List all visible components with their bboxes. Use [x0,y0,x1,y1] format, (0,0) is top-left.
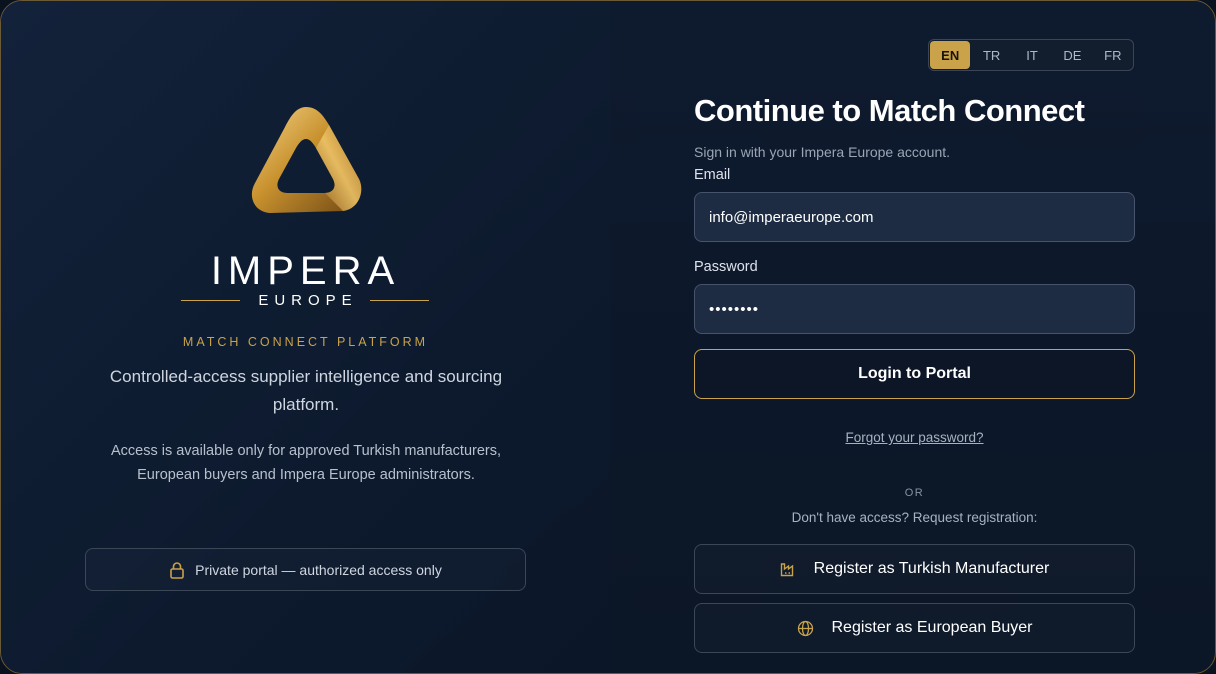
lang-en[interactable]: EN [930,41,971,69]
globe-icon [797,620,814,637]
brand-rule-left [181,299,241,301]
register-manufacturer-button[interactable]: Register as Turkish Manufacturer [694,544,1135,594]
register-buyer-button[interactable]: Register as European Buyer [694,603,1135,653]
access-note: Access is available only for approved Tu… [110,443,502,483]
or-divider: OR [904,487,925,499]
forgot-password-link[interactable]: Forgot your password? [694,430,1135,445]
request-registration-text: Don't have access? Request registration: [791,510,1038,525]
tagline: Controlled-access supplier intelligence … [109,367,503,414]
lang-it[interactable]: IT [1012,40,1052,70]
lang-fr[interactable]: FR [1093,40,1133,70]
triangle-ribbon-logo-icon [251,107,362,213]
register-manufacturer-label: Register as Turkish Manufacturer [813,560,1050,577]
email-label: Email [694,167,731,183]
platform-label: MATCH CONNECT PLATFORM [182,335,429,349]
register-buyer-label: Register as European Buyer [831,619,1033,636]
lang-tr[interactable]: TR [971,40,1011,70]
private-portal-text: Private portal — authorized access only [195,561,442,578]
brand-sub-text: EUROPE [258,291,358,309]
language-switcher: EN TR IT DE FR [928,39,1134,71]
factory-icon [780,561,796,577]
email-field[interactable] [694,192,1135,242]
lock-icon [169,561,185,579]
app-window: IMPERA EUROPE MATCH CONNECT PLATFORM Con… [0,0,1216,674]
brand-rule-right [369,299,430,301]
login-panel: EN TR IT DE FR Continue to Match Connect… [610,1,1215,673]
login-button[interactable]: Login to Portal [694,349,1135,399]
password-label: Password [694,259,758,275]
private-portal-notice: Private portal — authorized access only [85,548,526,591]
page-title: Continue to Match Connect [694,93,1085,128]
password-field[interactable] [694,284,1135,334]
page-subtitle: Sign in with your Impera Europe account. [694,144,951,160]
brand-panel: IMPERA EUROPE MATCH CONNECT PLATFORM Con… [1,1,610,673]
lang-de[interactable]: DE [1052,40,1092,70]
brand-subtitle: EUROPE [181,291,430,309]
brand-name: IMPERA [210,249,401,293]
